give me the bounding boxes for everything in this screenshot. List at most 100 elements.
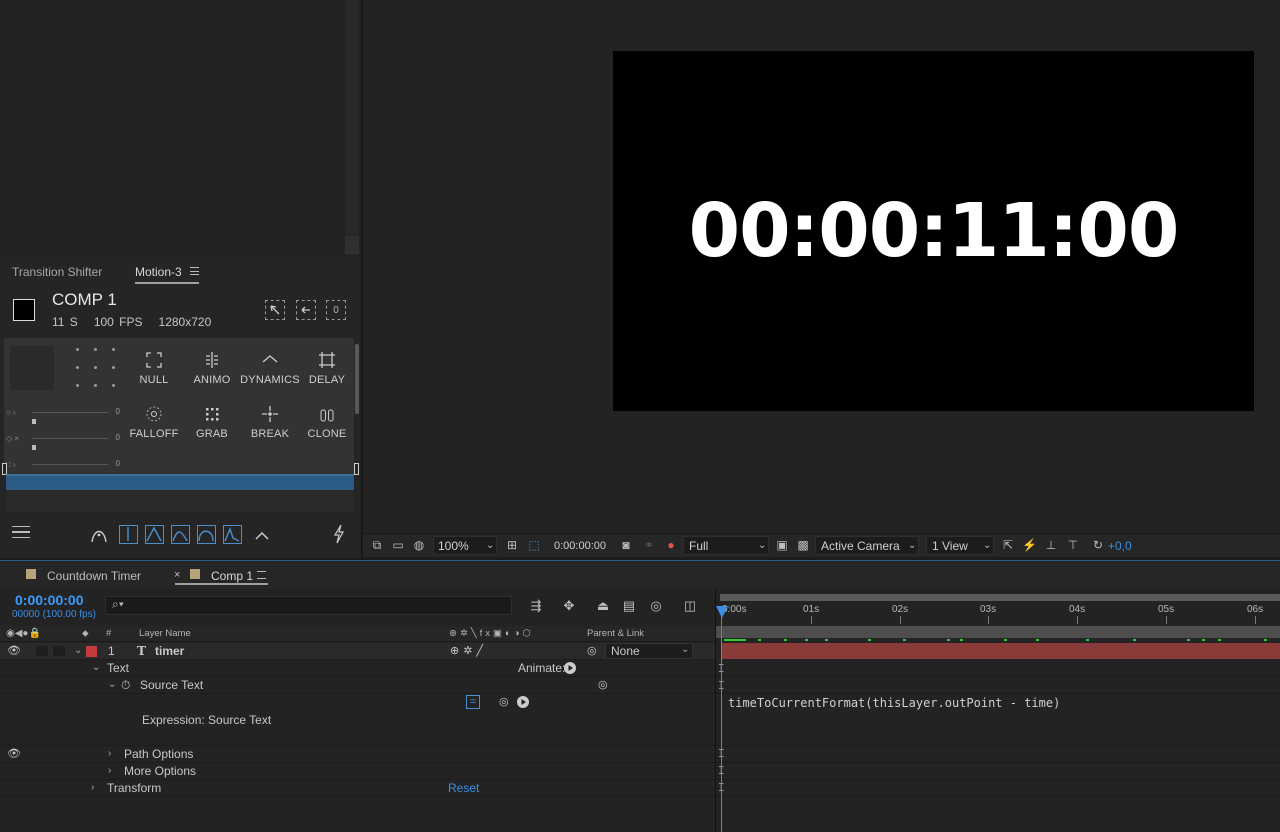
select-layers-icon[interactable]: [265, 300, 285, 320]
layer-label-color[interactable]: [86, 646, 97, 657]
close-icon[interactable]: ×: [174, 569, 180, 581]
anchor-dot[interactable]: [76, 366, 79, 369]
animo-button[interactable]: ANIMO: [182, 348, 242, 392]
camera-snapshot-icon[interactable]: ◙: [619, 539, 633, 552]
ease-in-out-icon[interactable]: [145, 525, 164, 544]
dynamics-button[interactable]: DYNAMICS: [240, 348, 300, 392]
transform-reset-link[interactable]: Reset: [448, 781, 479, 795]
solo-toggle[interactable]: [53, 646, 65, 656]
source-text-row[interactable]: ⌄ ⏱ Source Text ◎: [0, 677, 715, 694]
zoom-select[interactable]: 100% ⌄: [433, 536, 497, 555]
pickwhip-icon[interactable]: ◎: [598, 678, 608, 691]
ease-out-icon[interactable]: [197, 525, 216, 544]
chevron-down-icon[interactable]: ⌄: [92, 662, 100, 673]
tab-transition-shifter[interactable]: Transition Shifter: [12, 265, 102, 279]
views-select[interactable]: 1 View ⌄: [926, 536, 994, 555]
draft-3d-icon[interactable]: ✥: [561, 598, 577, 613]
eye-icon[interactable]: 👁: [7, 644, 21, 657]
toggle-pixel-icon[interactable]: ⇱: [1001, 539, 1015, 552]
anchor-dot[interactable]: [94, 348, 97, 351]
panel-menu-icon[interactable]: [190, 267, 199, 275]
shy-icon[interactable]: ⏏: [595, 598, 611, 613]
expression-enable-toggle[interactable]: =: [466, 695, 480, 709]
anchor-dot[interactable]: [112, 366, 115, 369]
ease-bounce-icon[interactable]: [223, 525, 242, 544]
chevron-right-icon[interactable]: ›: [108, 765, 111, 776]
ease-in-icon[interactable]: [171, 525, 190, 544]
anchor-dot[interactable]: [76, 348, 79, 351]
work-area-bar[interactable]: [720, 594, 1280, 601]
null-button[interactable]: NULL: [124, 348, 184, 392]
stopwatch-icon[interactable]: ⏱: [121, 678, 130, 693]
expression-menu-icon[interactable]: [517, 696, 529, 708]
layer-switches-icon[interactable]: ⊕✲╱: [450, 644, 487, 657]
chevron-right-icon[interactable]: ›: [108, 748, 111, 759]
expression-row[interactable]: = ◎ Expression: Source Text: [0, 694, 715, 746]
path-options-row[interactable]: 👁 › Path Options: [0, 746, 715, 763]
layer-search-input[interactable]: [105, 596, 512, 615]
timeline-icon[interactable]: ⊥: [1044, 539, 1058, 552]
chevron-down-icon[interactable]: ⌄: [108, 679, 116, 690]
pickwhip-icon[interactable]: ◎: [587, 644, 597, 657]
clone-button[interactable]: CLONE: [297, 402, 357, 446]
grid-icon[interactable]: ⊞: [505, 539, 519, 552]
layer-name[interactable]: timer: [155, 644, 184, 658]
anchor-dot[interactable]: [94, 384, 97, 387]
text-group-row[interactable]: ⌄ Text Animate:: [0, 660, 715, 677]
anchor-dot[interactable]: [94, 366, 97, 369]
timeline-end-handle[interactable]: [354, 463, 359, 475]
slider-1[interactable]: ○ ‹ 0: [6, 406, 120, 426]
playhead-icon[interactable]: [716, 606, 728, 618]
tab-motion-3[interactable]: Motion-3: [135, 265, 182, 279]
delay-button[interactable]: DELAY: [297, 348, 357, 392]
monitor-icon[interactable]: ▭: [391, 539, 405, 552]
layer-row-timer[interactable]: 👁 ⌄ 1 T timer ⊕✲╱ ◎ None ⌄: [0, 643, 715, 660]
chevron-up-icon[interactable]: [253, 527, 271, 543]
camera-select[interactable]: Active Camera ⌄: [815, 536, 919, 555]
current-time-indicator[interactable]: [721, 606, 722, 832]
parent-select[interactable]: None ⌄: [605, 643, 693, 659]
anchor-dot[interactable]: [76, 384, 79, 387]
hamburger-icon[interactable]: [12, 526, 30, 538]
region-icon[interactable]: ⬚: [527, 539, 541, 552]
expression-pickwhip-icon[interactable]: ◎: [499, 695, 509, 708]
always-preview-icon[interactable]: ⧉: [370, 539, 384, 552]
roi-icon[interactable]: ▣: [775, 539, 789, 552]
chevron-down-icon[interactable]: ⌄: [74, 645, 82, 656]
motion-timeline-bar[interactable]: [6, 476, 354, 490]
transform-row[interactable]: › Transform Reset: [0, 780, 715, 797]
timeline-timecode[interactable]: 0:00:00:00: [15, 592, 84, 608]
column-layer-name[interactable]: Layer Name: [139, 628, 191, 639]
mask-icon[interactable]: ◍: [412, 539, 426, 552]
fast-preview-icon[interactable]: ⚡: [1022, 539, 1037, 552]
flowchart-icon[interactable]: ⊤: [1066, 539, 1080, 552]
frame-blend-icon[interactable]: ▤: [621, 598, 637, 613]
av-switches-icon[interactable]: ◉◀●🔒: [6, 628, 41, 639]
viewer-timecode[interactable]: 0:00:00:00: [554, 538, 606, 554]
motion-scrollbar[interactable]: [355, 344, 359, 414]
show-snapshot-icon[interactable]: ⚭: [642, 539, 656, 552]
exposure-value[interactable]: +0,0: [1108, 538, 1132, 554]
motion-blur-icon[interactable]: ◎: [648, 598, 664, 613]
comp-flowchart-icon[interactable]: ⇶: [528, 598, 544, 613]
exposure-reset-icon[interactable]: ↻: [1091, 539, 1105, 552]
curve-icon[interactable]: [90, 526, 108, 544]
composition-canvas[interactable]: 00:00:11:00: [613, 51, 1254, 411]
tab-comp-1[interactable]: Comp 1: [211, 569, 253, 583]
label-tag-icon[interactable]: ⬥: [82, 628, 89, 639]
more-options-row[interactable]: › More Options: [0, 763, 715, 780]
animate-menu-icon[interactable]: [564, 662, 576, 674]
grab-button[interactable]: GRAB: [182, 402, 242, 446]
align-left-icon[interactable]: [296, 300, 316, 320]
channel-icon[interactable]: ●: [664, 539, 678, 552]
anchor-zero-icon[interactable]: 0: [326, 300, 346, 320]
resolution-select[interactable]: Full ⌄: [683, 536, 769, 555]
tab-countdown-timer[interactable]: Countdown Timer: [47, 569, 141, 583]
timeline-menu-icon[interactable]: [257, 571, 266, 579]
eye-icon[interactable]: 👁: [7, 747, 21, 760]
project-panel-scrollbar[interactable]: [345, 0, 359, 254]
graph-editor-icon[interactable]: ◫: [682, 598, 698, 613]
column-parent[interactable]: Parent & Link: [587, 628, 644, 639]
chevron-right-icon[interactable]: ›: [91, 782, 94, 793]
falloff-button[interactable]: FALLOFF: [124, 402, 184, 446]
